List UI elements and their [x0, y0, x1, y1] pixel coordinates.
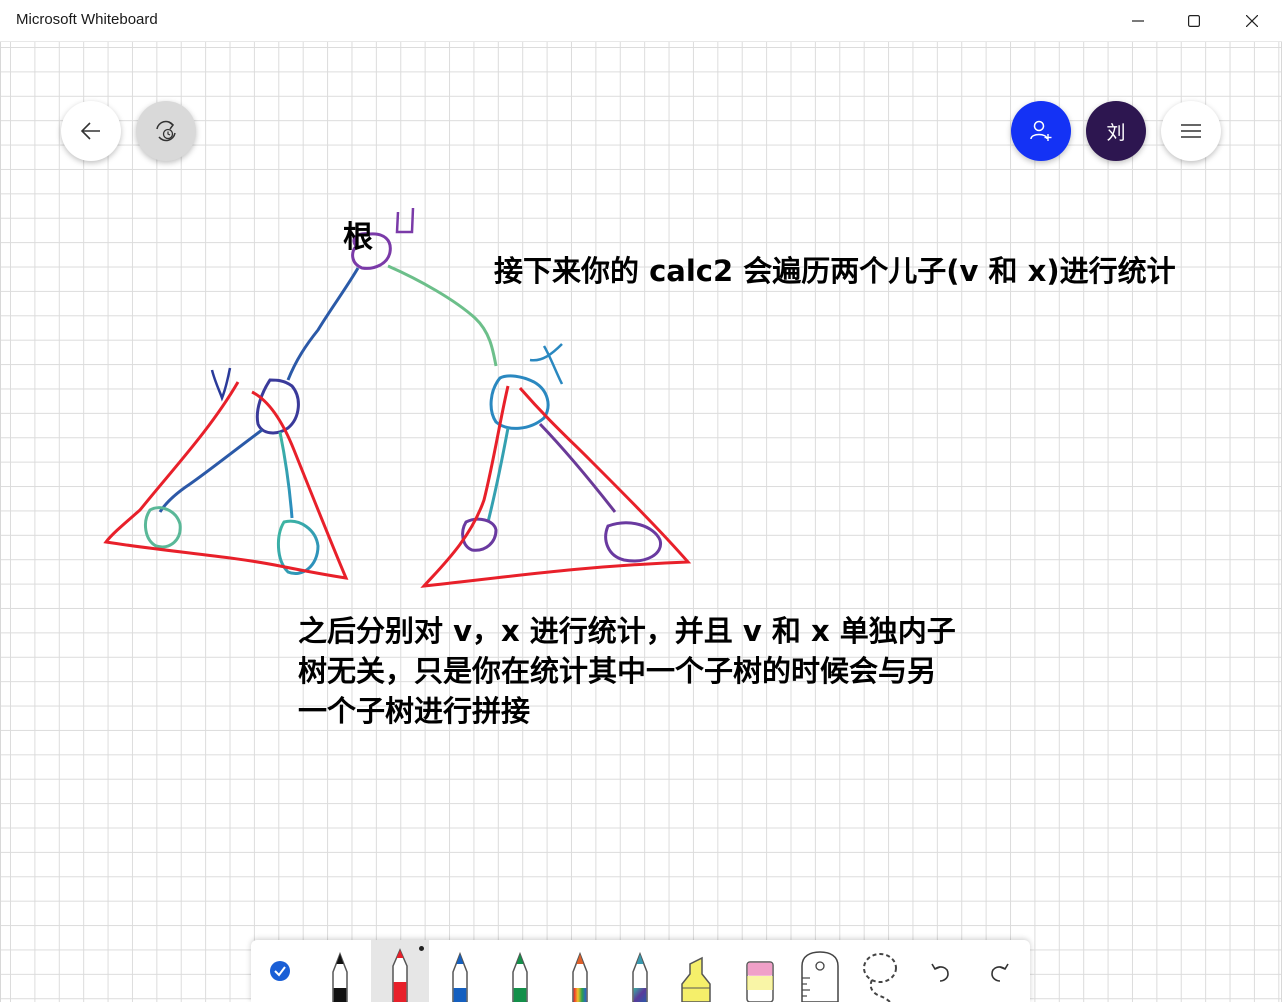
hamburger-icon [1181, 124, 1201, 138]
note-bottom-line-1[interactable]: 之后分别对 v，x 进行统计，并且 v 和 x 单独内子 [298, 608, 956, 650]
menu-button[interactable] [1161, 101, 1221, 161]
label-v-ink [210, 367, 232, 402]
sync-button[interactable] [136, 101, 196, 161]
app-title: Microsoft Whiteboard [16, 11, 158, 28]
sync-history-icon [156, 120, 176, 142]
pen-red[interactable] [371, 940, 429, 1002]
lasso-icon [863, 953, 897, 1002]
pen-icon [452, 951, 468, 1002]
minimize-button[interactable] [1110, 0, 1166, 41]
title-bar: Microsoft Whiteboard [0, 0, 1282, 42]
note-bottom-line-3[interactable]: 一个子树进行拼接 [298, 688, 530, 730]
pen-icon [572, 951, 588, 1002]
pen-green[interactable] [491, 940, 549, 1002]
minimize-icon [1132, 19, 1144, 22]
undo-icon [931, 963, 949, 982]
eraser[interactable] [731, 940, 789, 1002]
add-person-icon [1030, 120, 1052, 141]
note-top[interactable]: 接下来你的 calc2 会遍历两个儿子(v 和 x)进行统计 [494, 248, 1176, 290]
select-tool[interactable] [251, 940, 309, 1002]
eraser-icon [746, 961, 774, 1002]
pen-icon [632, 951, 648, 1002]
node-x-right [604, 521, 662, 563]
close-icon [1246, 14, 1258, 27]
avatar-initial: 刘 [1106, 121, 1126, 144]
pen-galaxy[interactable] [611, 940, 669, 1002]
pen-blue[interactable] [431, 940, 489, 1002]
checkmark-icon [270, 961, 290, 981]
user-avatar[interactable]: 刘 [1086, 101, 1146, 161]
node-v-left [143, 506, 182, 549]
highlighter[interactable] [671, 940, 729, 1002]
pen-icon [392, 948, 408, 1002]
invite-button[interactable] [1011, 101, 1071, 161]
pen-rainbow[interactable] [551, 940, 609, 1002]
maximize-icon [1188, 14, 1200, 27]
pen-icon [512, 951, 528, 1002]
back-button[interactable] [61, 101, 121, 161]
edge-u-v [286, 267, 360, 381]
note-bottom-line-2[interactable]: 树无关，只是你在统计其中一个子树的时候会与另 [298, 648, 936, 690]
selected-dot [419, 946, 424, 951]
label-u-ink [395, 207, 415, 234]
close-button[interactable] [1224, 0, 1280, 41]
label-root[interactable]: 根 [343, 212, 373, 256]
arrow-left-icon [80, 122, 100, 140]
redo-icon [991, 963, 1009, 982]
red-triangle-left [103, 381, 349, 580]
redo-button[interactable] [971, 940, 1029, 1002]
maximize-button[interactable] [1166, 0, 1222, 41]
edge-v-left [158, 428, 263, 513]
ruler[interactable] [791, 940, 849, 1002]
edge-u-x [387, 264, 498, 367]
undo-button[interactable] [911, 940, 969, 1002]
ink-drawing[interactable] [0, 0, 1282, 1002]
highlighter-icon [681, 956, 711, 1002]
ruler-icon [801, 951, 839, 1002]
label-x-ink [529, 343, 564, 385]
pen-icon [332, 951, 348, 1002]
pen-black[interactable] [311, 940, 369, 1002]
lasso[interactable] [851, 940, 909, 1002]
edge-x-right [538, 422, 617, 513]
node-v [255, 378, 300, 435]
inking-toolbar [251, 940, 1030, 1002]
red-triangle-right [420, 385, 692, 588]
edge-v-right [278, 431, 294, 519]
